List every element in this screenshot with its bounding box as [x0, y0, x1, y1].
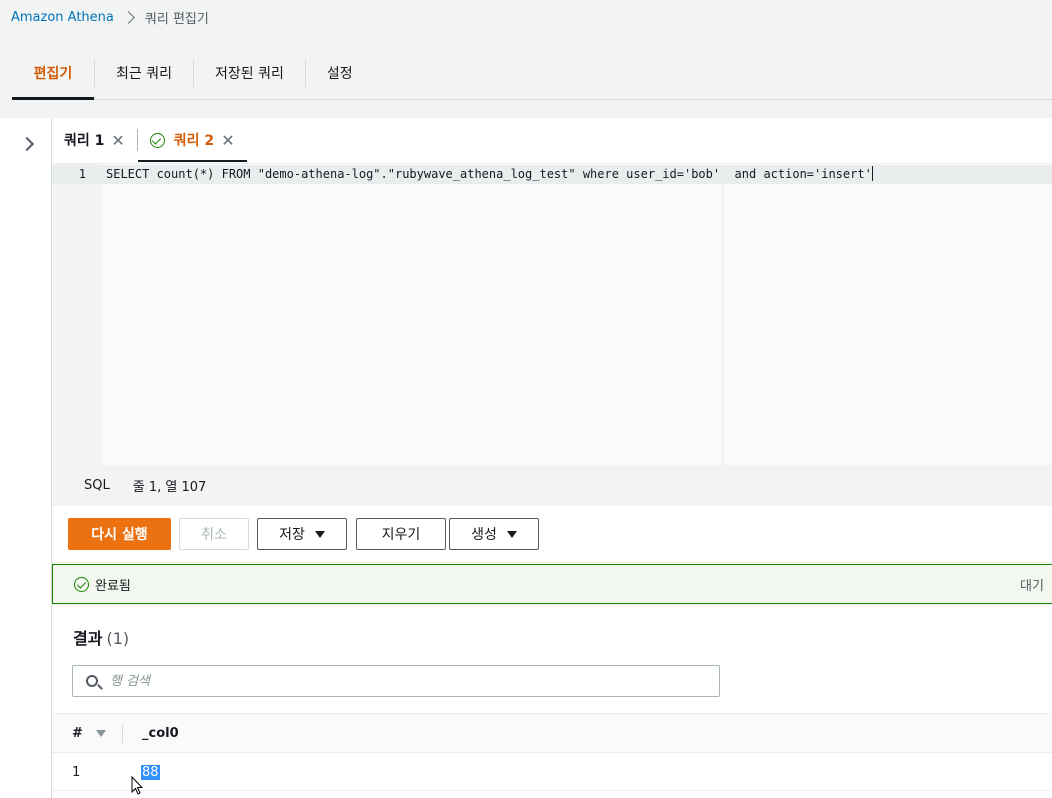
print-margin: [722, 164, 723, 465]
sort-down-icon[interactable]: [96, 730, 106, 737]
table-header: # _col0: [52, 713, 1052, 753]
sql-query-text[interactable]: SELECT count(*) FROM "demo-athena-log"."…: [106, 167, 872, 181]
main-tabs: 편집기 최근 쿼리 저장된 쿼리 설정: [12, 46, 1052, 100]
query-tab-label: 쿼리 2: [173, 133, 215, 149]
chevron-right-icon: [122, 10, 135, 24]
table-row: 1 88: [52, 755, 1052, 791]
close-icon[interactable]: ✕: [111, 131, 124, 150]
chevron-right-icon[interactable]: [19, 136, 35, 152]
code-line[interactable]: SELECT count(*) FROM "demo-athena-log"."…: [106, 165, 873, 184]
side-panel-toggle[interactable]: [0, 118, 52, 798]
query-actions: 다시 실행 취소 저장 지우기 생성: [52, 506, 1052, 562]
tab-settings[interactable]: 설정: [306, 46, 374, 99]
save-button[interactable]: 저장: [257, 518, 347, 550]
breadcrumb: Amazon Athena 쿼리 편집기: [11, 7, 209, 27]
clear-button[interactable]: 지우기: [356, 518, 446, 550]
execution-status-bar: 완료됨 대기: [52, 564, 1052, 604]
mouse-pointer-icon: [131, 776, 144, 795]
text-caret: [871, 166, 873, 181]
run-again-button[interactable]: 다시 실행: [68, 518, 171, 550]
sql-code-editor[interactable]: 1 SELECT count(*) FROM "demo-athena-log"…: [52, 163, 1052, 465]
query-tab-label: 쿼리 1: [64, 133, 105, 149]
query-editor-panel: 쿼리 1 ✕ 쿼리 2 ✕ 1 SELECT count(*) FROM "de…: [52, 118, 1052, 506]
caret-down-icon: [314, 530, 325, 538]
language-label: SQL: [84, 478, 110, 493]
editor-status-bar: SQL 줄 1, 열 107: [52, 465, 1052, 506]
row-search[interactable]: [72, 665, 720, 697]
search-icon: [86, 675, 98, 687]
line-gutter: [52, 164, 102, 465]
save-button-label: 저장: [279, 527, 305, 543]
column-divider[interactable]: [122, 725, 123, 743]
queue-time-label: 대기: [1020, 578, 1044, 594]
results-count: (1): [106, 629, 130, 648]
query-tabs: 쿼리 1 ✕ 쿼리 2 ✕: [52, 118, 1052, 162]
cursor-position: 줄 1, 열 107: [132, 480, 207, 495]
status-text: 완료됨: [95, 578, 131, 594]
column-header-index: #: [72, 726, 83, 741]
column-header-col0[interactable]: _col0: [142, 726, 179, 741]
search-input[interactable]: [110, 673, 610, 689]
close-icon[interactable]: ✕: [221, 131, 234, 150]
tab-saved-queries[interactable]: 저장된 쿼리: [194, 46, 305, 99]
tab-recent-queries[interactable]: 최근 쿼리: [95, 46, 193, 99]
results-panel: 결과(1) # _col0 1 88: [52, 605, 1052, 798]
results-title: 결과: [73, 629, 103, 648]
breadcrumb-root-link[interactable]: Amazon Athena: [11, 10, 114, 25]
cancel-button: 취소: [179, 518, 249, 550]
query-tab-1[interactable]: 쿼리 1 ✕: [52, 118, 137, 162]
check-circle-icon: [74, 576, 89, 592]
create-button-label: 생성: [471, 527, 497, 543]
tab-editor[interactable]: 편집기: [12, 46, 94, 100]
create-button[interactable]: 생성: [449, 518, 539, 550]
check-circle-icon: [149, 132, 165, 148]
row-index: 1: [72, 765, 81, 780]
results-heading: 결과 (1): [73, 625, 129, 649]
caret-down-icon: [506, 530, 517, 538]
query-tab-2[interactable]: 쿼리 2 ✕: [137, 118, 247, 162]
line-number: 1: [78, 167, 86, 181]
breadcrumb-current: 쿼리 편집기: [144, 11, 209, 27]
